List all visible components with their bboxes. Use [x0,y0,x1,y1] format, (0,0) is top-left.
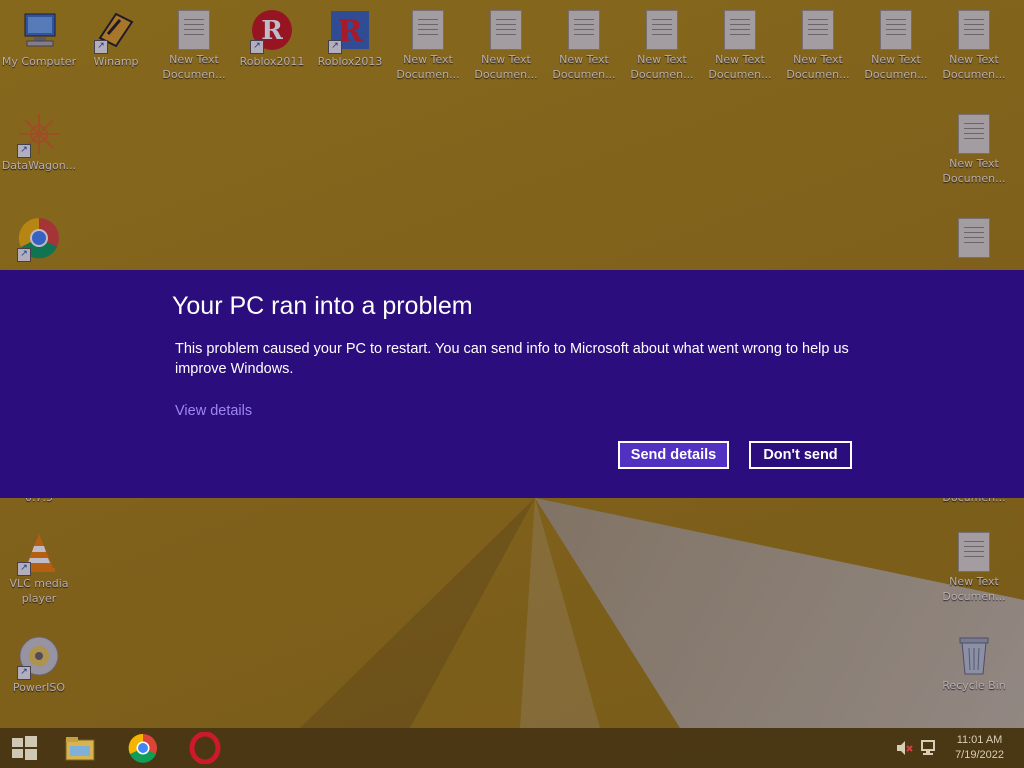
start-button[interactable] [8,732,40,764]
dont-send-button[interactable]: Don't send [749,441,852,469]
system-clock[interactable]: 11:01 AM 7/19/2022 [955,733,1004,763]
taskbar-chrome[interactable] [127,732,159,764]
taskbar: 11:01 AM 7/19/2022 [0,728,1024,768]
clock-time: 11:01 AM [956,734,1003,746]
clock-date: 7/19/2022 [955,749,1004,761]
volume-muted-icon[interactable] [894,738,914,758]
taskbar-opera[interactable] [189,731,221,765]
view-details-link[interactable]: View details [175,403,252,419]
folder-icon [65,737,95,761]
windows-logo-icon [12,736,37,760]
taskbar-file-explorer[interactable] [64,732,96,764]
chrome-icon [128,733,157,763]
error-dialog: Your PC ran into a problem This problem … [0,270,1024,498]
opera-icon [189,731,221,765]
send-details-button[interactable]: Send details [618,441,729,469]
network-icon[interactable] [920,738,940,758]
dialog-message: This problem caused your PC to restart. … [175,341,849,377]
dialog-title: Your PC ran into a problem [172,292,473,320]
